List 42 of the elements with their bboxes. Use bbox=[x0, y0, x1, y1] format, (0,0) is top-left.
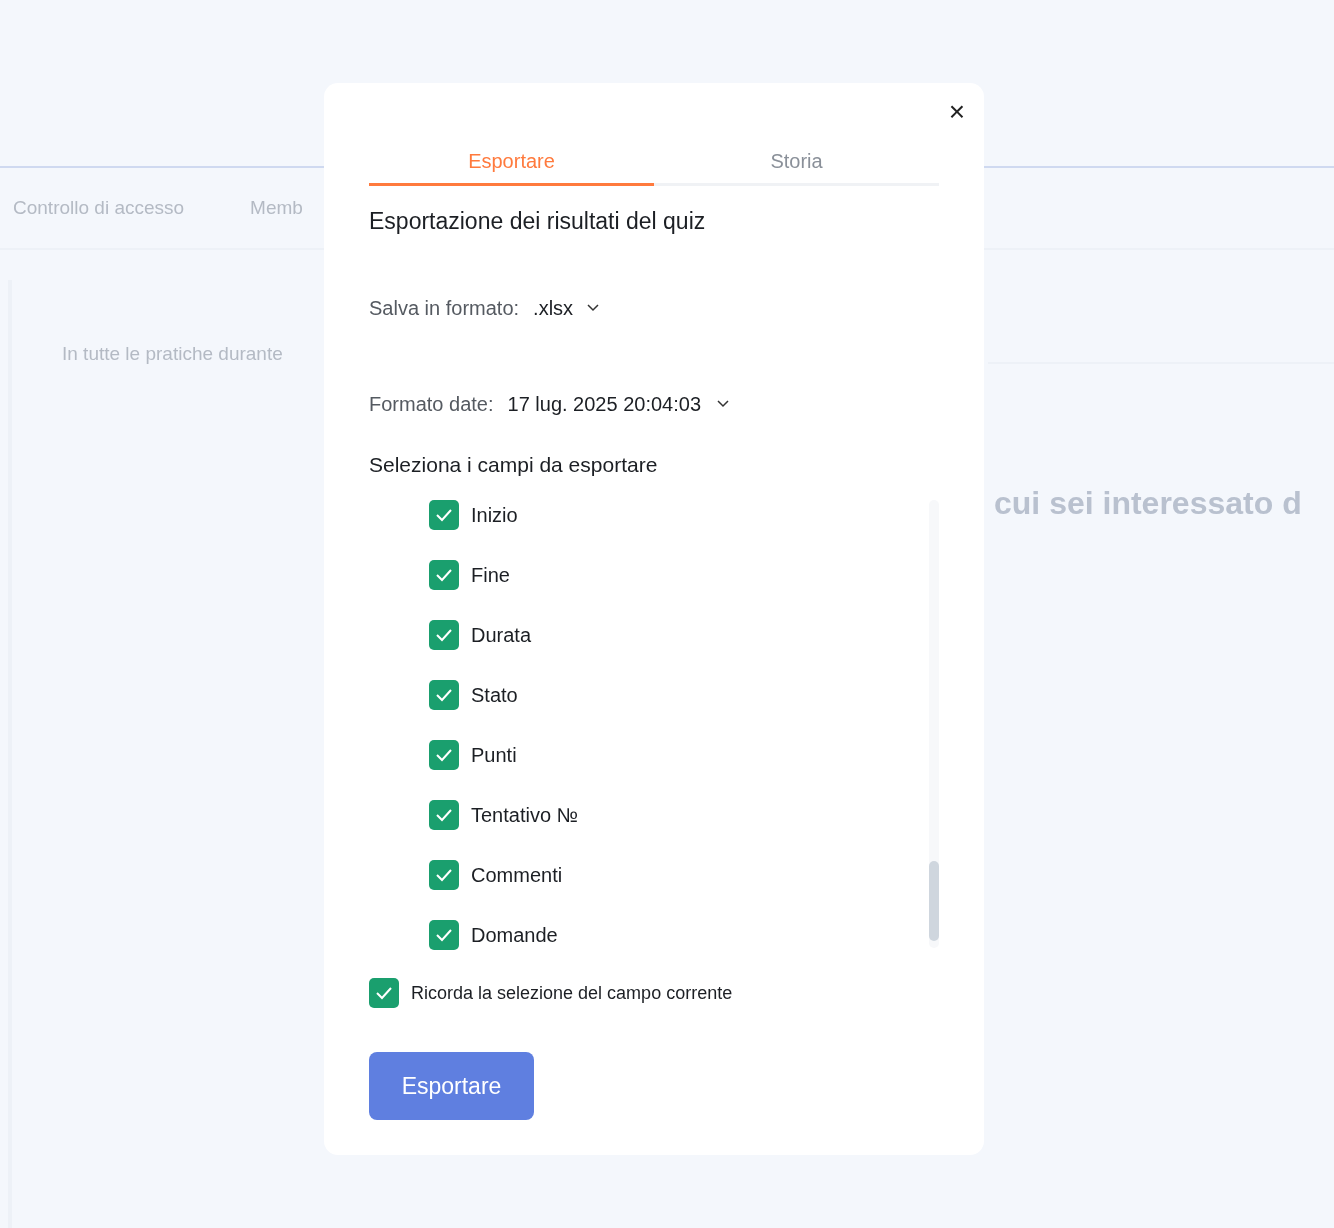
date-format-dropdown[interactable]: 17 lug. 2025 20:04:03 bbox=[507, 388, 730, 419]
checkmark-icon bbox=[435, 628, 453, 642]
checkbox[interactable] bbox=[369, 978, 399, 1008]
dialog-title: Esportazione dei risultati del quiz bbox=[369, 207, 707, 236]
checkmark-icon bbox=[375, 986, 393, 1000]
checkmark-icon bbox=[435, 808, 453, 822]
scrollbar[interactable] bbox=[929, 500, 939, 948]
checkbox-label: Ricorda la selezione del campo corrente bbox=[411, 981, 733, 1005]
close-button[interactable]: × bbox=[944, 97, 970, 127]
checkbox-label: Tentativo № bbox=[471, 803, 579, 828]
dialog-tab[interactable]: Storia bbox=[654, 138, 939, 186]
checkmark-icon bbox=[435, 928, 453, 942]
checkbox[interactable] bbox=[429, 620, 459, 650]
checkbox-label: Domande bbox=[471, 923, 558, 948]
checkbox[interactable] bbox=[429, 560, 459, 590]
description-text: In tutte le pratiche durante bbox=[62, 343, 283, 364]
chevron-down-icon bbox=[717, 399, 730, 408]
fields-heading: Seleziona i campi da esportare bbox=[369, 451, 659, 478]
chevron-down-icon bbox=[587, 303, 600, 312]
dialog-tab[interactable]: Esportare bbox=[369, 138, 654, 186]
export-button[interactable]: Esportare bbox=[369, 1052, 534, 1120]
checkmark-icon bbox=[435, 748, 453, 762]
checkbox-label: Durata bbox=[471, 623, 532, 648]
checkbox[interactable] bbox=[429, 740, 459, 770]
checkbox-label: Fine bbox=[471, 563, 510, 588]
checkmark-icon bbox=[435, 508, 453, 522]
checkbox-label: Commenti bbox=[471, 863, 563, 888]
date-format-label: Formato date: bbox=[369, 391, 494, 417]
checkmark-icon bbox=[435, 688, 453, 702]
checkbox[interactable] bbox=[429, 860, 459, 890]
checkbox-label: Punti bbox=[471, 743, 517, 768]
format-label: Salva in formato: bbox=[369, 295, 520, 321]
checkbox[interactable] bbox=[429, 680, 459, 710]
format-dropdown[interactable]: .xlsx bbox=[533, 292, 600, 323]
heading-text: cui sei interessato d bbox=[994, 484, 1302, 521]
checkmark-icon bbox=[435, 568, 453, 582]
checkmark-icon bbox=[435, 868, 453, 882]
checkbox[interactable] bbox=[429, 800, 459, 830]
checkbox[interactable] bbox=[429, 920, 459, 950]
checkbox-label: Stato bbox=[471, 683, 518, 708]
checkbox-label: Inizio bbox=[471, 503, 518, 528]
checkbox[interactable] bbox=[429, 500, 459, 530]
